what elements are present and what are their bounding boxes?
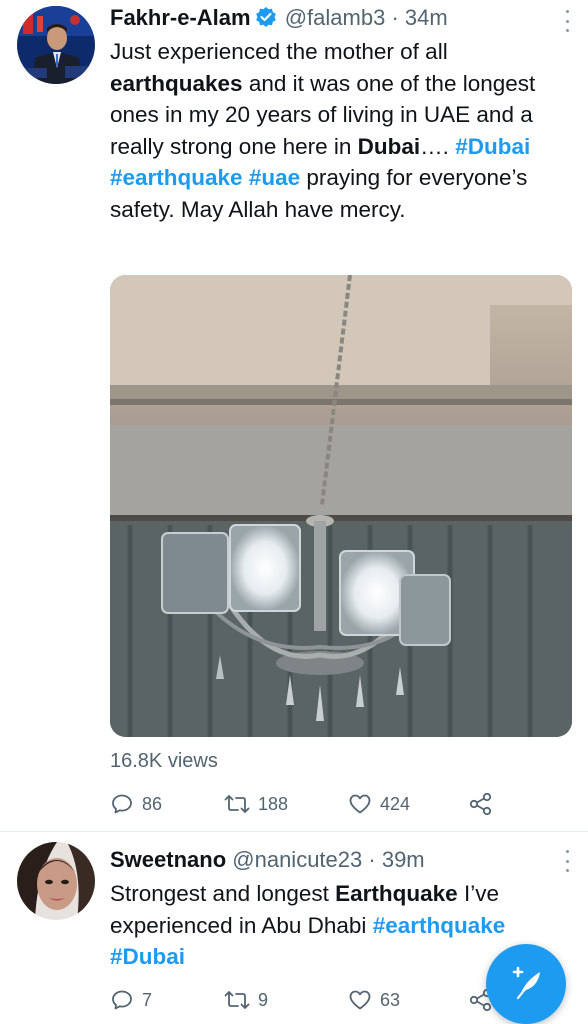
retweet-button[interactable]: 9 [224, 986, 268, 1014]
author-handle[interactable]: @falamb3 [285, 5, 386, 30]
share-button[interactable] [468, 790, 502, 818]
hashtag-link[interactable]: #Dubai [110, 944, 185, 969]
retweet-count: 9 [258, 989, 269, 1010]
text-run: …. [420, 133, 456, 159]
reply-button[interactable]: 86 [110, 790, 162, 818]
retweet-count: 188 [258, 793, 289, 814]
avatar-image [17, 6, 95, 84]
more-options-icon[interactable] [564, 10, 570, 32]
reply-icon [112, 794, 132, 814]
reply-icon [112, 990, 132, 1010]
text-run: Just experienced the mother of all [110, 39, 448, 64]
chandelier-photo [110, 275, 572, 737]
reply-count: 7 [142, 989, 153, 1010]
text-run: Strongest and longest [110, 881, 336, 906]
heart-icon [349, 990, 371, 1010]
hashtag-link[interactable]: #uae [249, 165, 300, 190]
more-options-icon[interactable] [564, 850, 570, 872]
avatar[interactable] [17, 842, 95, 920]
like-count: 63 [380, 989, 401, 1010]
reply-count: 86 [142, 793, 163, 814]
like-button[interactable]: 424 [348, 790, 410, 818]
tweet-actions: 86 188 424 [110, 790, 510, 818]
author-name[interactable]: Fakhr-e-Alam [110, 5, 251, 30]
tweet-time[interactable]: 34m [405, 5, 448, 30]
like-button[interactable]: 63 [348, 986, 400, 1014]
author-handle[interactable]: @nanicute23 [232, 847, 362, 872]
avatar-image [17, 842, 95, 920]
retweet-icon [224, 991, 250, 1009]
view-count: 16.8K views [110, 750, 218, 772]
bold-word: earthquakes [110, 70, 243, 96]
hashtag-link[interactable]: #Dubai [455, 134, 530, 159]
share-icon [469, 792, 492, 816]
heart-icon [349, 794, 371, 814]
tweet-photo[interactable] [110, 275, 572, 737]
bold-word: Dubai [357, 133, 421, 159]
hashtag-link[interactable]: #earthquake [110, 165, 243, 190]
bold-word: Earthquake [335, 881, 458, 906]
tweet-text: Just experienced the mother of all earth… [110, 36, 570, 225]
reply-button[interactable]: 7 [110, 986, 152, 1014]
tweet-actions: 7 9 63 [110, 986, 510, 1014]
tweet-header: Sweetnano @nanicute23 · 39m [110, 846, 548, 874]
compose-feather-icon [512, 966, 540, 1000]
tweet-time[interactable]: 39m [382, 847, 425, 872]
avatar[interactable] [17, 6, 95, 84]
separator-dot: · [391, 5, 399, 30]
compose-tweet-button[interactable] [486, 944, 566, 1024]
retweet-button[interactable]: 188 [224, 790, 288, 818]
verified-badge-icon [255, 6, 277, 35]
like-count: 424 [380, 793, 411, 814]
tweet-header: Fakhr-e-Alam @falamb3 · 34m [110, 4, 548, 35]
tweet[interactable]: Fakhr-e-Alam @falamb3 · 34m Just experie… [0, 0, 588, 832]
separator-dot: · [368, 847, 376, 872]
retweet-icon [224, 795, 250, 813]
hashtag-link[interactable]: #earthquake [373, 913, 506, 938]
author-name[interactable]: Sweetnano [110, 847, 226, 872]
